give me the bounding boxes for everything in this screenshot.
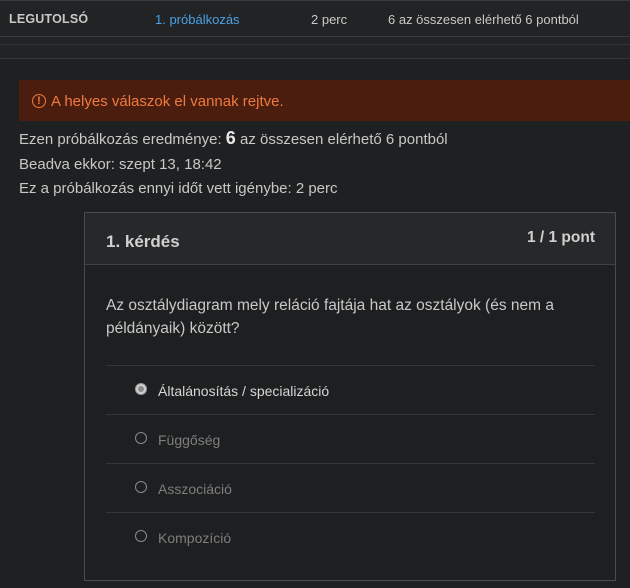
exclamation-circle-icon: !: [32, 94, 46, 108]
radio-button: [135, 481, 147, 493]
question-header: 1. kérdés 1 / 1 pont: [85, 213, 615, 265]
attempt-table-row: LEGUTOLSÓ 1. próbálkozás 2 perc 6 az öss…: [0, 0, 630, 37]
question-title: 1. kérdés: [106, 232, 180, 251]
attempt-time: 2 perc: [311, 12, 348, 27]
result-prefix: Ezen próbálkozás eredménye:: [19, 131, 222, 148]
answer-label: Kompozíció: [158, 530, 232, 546]
question-text: Az osztálydiagram mely reláció fajtája h…: [106, 297, 554, 337]
attempt-duration: Ez a próbálkozás ennyi időt vett igénybe…: [19, 180, 338, 197]
question-card: 1. kérdés 1 / 1 pont Az osztálydiagram m…: [84, 212, 616, 581]
attempt-score: 6 az összesen elérhető 6 pontból: [388, 12, 579, 27]
answer-list: Általánosítás / specializáció Függőség A…: [106, 365, 595, 561]
answer-label: Függőség: [158, 432, 221, 448]
alert-text: A helyes válaszok el vannak rejtve.: [51, 92, 284, 110]
result-suffix: az összesen elérhető 6 pontból: [239, 131, 448, 148]
answer-option: Kompozíció: [106, 512, 595, 561]
answer-label: Asszociáció: [158, 481, 232, 497]
submitted-at: Beadva ekkor: szept 13, 18:42: [19, 156, 222, 173]
result-score: 6: [225, 128, 236, 148]
answer-option: Függőség: [106, 414, 595, 463]
radio-button: [135, 432, 147, 444]
attempt-label: LEGUTOLSÓ: [9, 12, 89, 26]
radio-button-checked: [135, 383, 147, 395]
answer-option: Asszociáció: [106, 463, 595, 512]
answer-label: Általánosítás / specializáció: [158, 383, 330, 399]
divider: [0, 44, 630, 45]
question-points: 1 / 1 pont: [526, 229, 595, 246]
attempt-link[interactable]: 1. próbálkozás: [155, 12, 240, 27]
answer-option: Általánosítás / specializáció: [106, 365, 595, 414]
result-line: Ezen próbálkozás eredménye: 6 az összese…: [19, 128, 448, 149]
radio-button: [135, 530, 147, 542]
hidden-answers-alert: ! A helyes válaszok el vannak rejtve.: [19, 80, 630, 121]
